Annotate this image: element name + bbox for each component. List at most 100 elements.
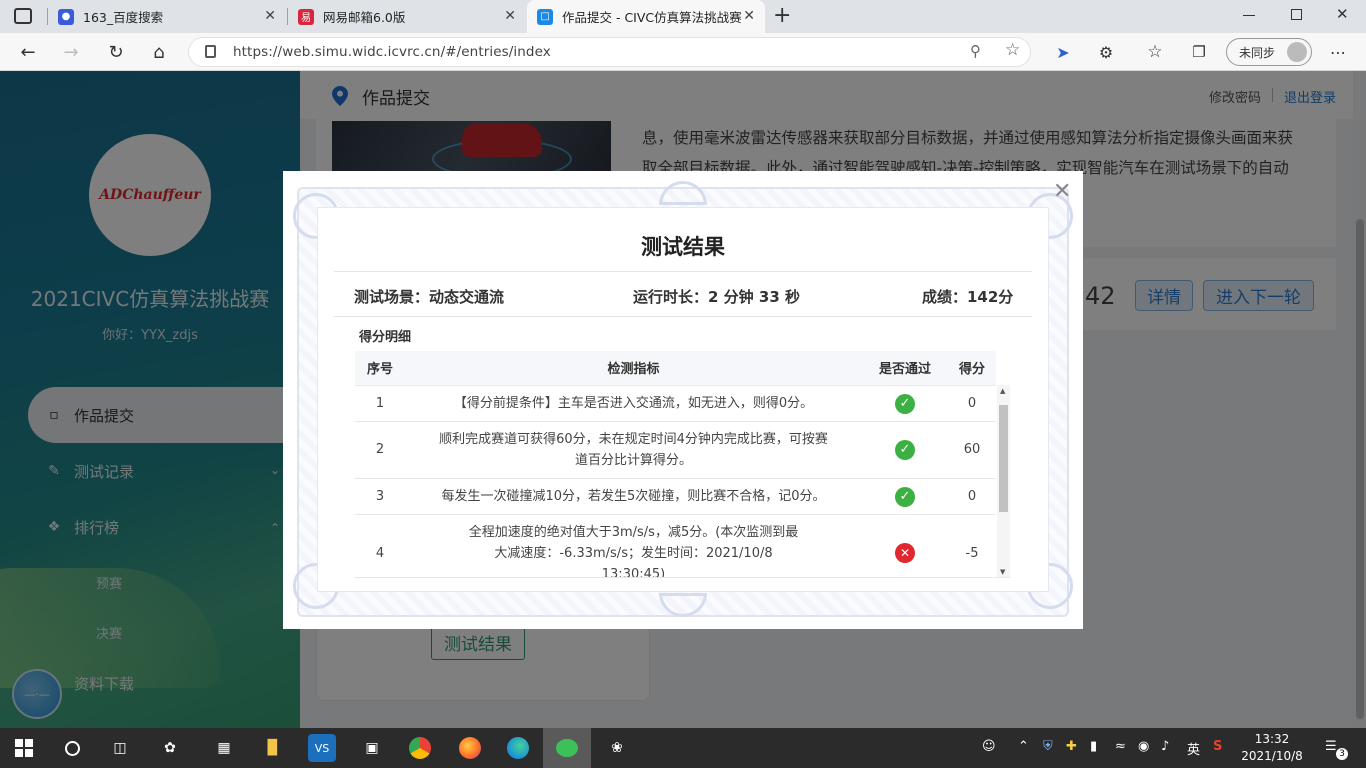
close-icon[interactable]: ✕ [504, 8, 516, 24]
extensions-puzzle-icon[interactable]: ⚙ [1093, 39, 1119, 65]
volume-icon[interactable]: ♪ [1161, 739, 1169, 754]
pinwheel-app-icon[interactable]: ✿ [156, 734, 184, 762]
wechat-icon[interactable] [543, 728, 591, 768]
netease-favicon-icon: 易 [298, 8, 314, 25]
pass-cell: ✓ [862, 421, 948, 479]
minimize-icon[interactable] [1243, 15, 1255, 16]
score-table-container: 序号 检测指标 是否通过 得分 1 【得分前提条件】主车是否进入交通流，如无进入… [355, 351, 1010, 578]
task-view-icon[interactable]: ◫ [106, 734, 134, 762]
profile-sync-button[interactable]: 未同步 [1226, 38, 1312, 66]
baidu-favicon-icon: ● [58, 8, 74, 25]
clock-date: 2021/10/8 [1241, 749, 1303, 763]
row-number: 1 [355, 385, 405, 422]
windows-taskbar: ◫ ✿ ▦ ▉ VS ▣ ❀ ☺ ⌃ ⛨ ✚ ▮ ≈ ◉ ♪ 英 S 13:32… [0, 728, 1366, 768]
close-icon[interactable]: ✕ [264, 8, 276, 24]
tray-app-icon[interactable]: ✚ [1066, 739, 1077, 754]
more-menu-icon[interactable]: ⋯ [1325, 39, 1351, 65]
favorites-icon[interactable]: ☆ [1142, 39, 1168, 65]
add-favorite-icon[interactable]: ☆ [1005, 40, 1020, 60]
tab-title: 163_百度搜索 [83, 10, 164, 25]
x-circle-icon: ✕ [895, 542, 915, 563]
total-score: 成绩：142分 [922, 288, 1014, 306]
row-number: 3 [355, 478, 405, 515]
civc-favicon-icon: □ [537, 8, 553, 25]
check-circle-icon: ✓ [895, 486, 915, 507]
check-circle-icon: ✓ [895, 393, 915, 414]
key-icon[interactable]: ⚲ [970, 42, 981, 60]
row-number: 2 [355, 421, 405, 479]
table-row: 4 全程加速度的绝对值大于3m/s/s，减5分。(本次监测到最大减速度：-6.3… [355, 514, 996, 577]
row-score: 0 [948, 478, 996, 515]
sogou-ime-icon[interactable]: S [1213, 739, 1222, 754]
tab-netease-mail[interactable]: 易 网易邮箱6.0版 ✕ [288, 0, 526, 33]
close-icon[interactable]: ✕ [743, 8, 755, 24]
row-score: 60 [948, 421, 996, 479]
ornament [659, 181, 707, 205]
row-score: -5 [948, 514, 996, 577]
back-icon[interactable]: ← [15, 39, 41, 65]
pass-cell: ✓ [862, 385, 948, 422]
tab-civc-submit[interactable]: □ 作品提交 - CIVC仿真算法挑战赛 ✕ [527, 0, 765, 33]
network-icon[interactable]: ◉ [1138, 739, 1149, 754]
extension-icon[interactable]: ➤ [1050, 39, 1076, 65]
edge-icon[interactable] [504, 734, 532, 762]
scroll-down-icon[interactable]: ▼ [1000, 568, 1005, 576]
wifi-icon[interactable]: ≈ [1115, 739, 1126, 754]
url-input[interactable]: https://web.simu.widc.icvrc.cn/#/entries… [188, 37, 1031, 67]
security-shield-icon[interactable]: ⛨ [1043, 739, 1053, 754]
file-explorer-icon[interactable]: ▉ [259, 734, 287, 762]
score-table: 序号 检测指标 是否通过 得分 1 【得分前提条件】主车是否进入交通流，如无进入… [355, 351, 996, 577]
chrome-icon[interactable] [406, 734, 434, 762]
screenshot-app-icon[interactable]: ▣ [358, 734, 386, 762]
indicator-text: 顺利完成赛道可获得60分，未在规定时间4分钟内完成比赛，可按赛道百分比计算得分。 [405, 421, 862, 479]
ime-indicator[interactable]: 英 [1187, 739, 1200, 758]
run-duration: 运行时长：2 分钟 33 秒 [633, 288, 800, 306]
lock-icon[interactable] [205, 45, 216, 58]
people-icon[interactable]: ☺ [982, 739, 996, 754]
system-clock[interactable]: 13:32 2021/10/8 [1240, 731, 1304, 765]
restore-icon[interactable] [1291, 9, 1302, 20]
table-header-row: 序号 检测指标 是否通过 得分 [355, 351, 996, 386]
collections-icon[interactable]: ❐ [1186, 39, 1212, 65]
tab-actions-icon[interactable] [14, 8, 32, 24]
scroll-up-icon[interactable]: ▲ [1000, 387, 1005, 395]
indicator-text: 全程加速度的绝对值大于3m/s/s，减5分。(本次监测到最大减速度：-6.33m… [405, 514, 862, 577]
clock-time: 13:32 [1254, 732, 1290, 746]
forward-icon[interactable]: → [58, 39, 84, 65]
vs-app-icon[interactable]: VS [308, 734, 336, 762]
table-scrollbar-thumb[interactable] [999, 405, 1008, 512]
table-scrollbar[interactable]: ▲ ▼ [997, 385, 1010, 577]
check-circle-icon: ✓ [895, 440, 915, 460]
pass-cell: ✕ [862, 514, 948, 577]
store-icon[interactable]: ▦ [210, 734, 238, 762]
row-number: 4 [355, 514, 405, 577]
notification-icon[interactable]: ☰ [1325, 739, 1337, 754]
search-icon[interactable] [58, 734, 86, 762]
close-icon[interactable]: ✕ [1053, 181, 1071, 203]
battery-icon[interactable]: ▮ [1090, 739, 1097, 754]
close-window-icon[interactable]: ✕ [1336, 5, 1349, 23]
url-text: https://web.simu.widc.icvrc.cn/#/entries… [233, 44, 551, 60]
table-row: 1 【得分前提条件】主车是否进入交通流，如无进入，则得0分。 ✓ 0 [355, 385, 996, 422]
chevron-up-icon[interactable]: ⌃ [1018, 739, 1029, 754]
home-icon[interactable]: ⌂ [146, 39, 172, 65]
result-summary: 测试场景：动态交通流 运行时长：2 分钟 33 秒 成绩：142分 [334, 271, 1032, 317]
dialog-title: 测试结果 [641, 235, 725, 259]
indicator-text: 【得分前提条件】主车是否进入交通流，如无进入，则得0分。 [405, 385, 862, 422]
address-bar: ← → ↻ ⌂ https://web.simu.widc.icvrc.cn/#… [0, 33, 1366, 71]
test-result-dialog: ✕ 测试结果 测试场景：动态交通流 运行时长：2 分钟 33 秒 成绩：142分… [283, 171, 1083, 629]
tab-baidu[interactable]: ● 163_百度搜索 ✕ [48, 0, 286, 33]
column-header: 是否通过 [862, 351, 948, 386]
tab-title: 网易邮箱6.0版 [323, 10, 406, 25]
firefox-icon[interactable] [456, 734, 484, 762]
new-tab-button[interactable]: + [773, 3, 791, 28]
app-icon[interactable]: ❀ [603, 734, 631, 762]
column-header: 检测指标 [405, 351, 862, 386]
table-row: 2 顺利完成赛道可获得60分，未在规定时间4分钟内完成比赛，可按赛道百分比计算得… [355, 421, 996, 479]
browser-tab-strip: ● 163_百度搜索 ✕ 易 网易邮箱6.0版 ✕ □ 作品提交 - CIVC仿… [0, 0, 1366, 33]
windows-start-icon[interactable] [10, 734, 38, 762]
refresh-icon[interactable]: ↻ [103, 39, 129, 65]
column-header: 得分 [948, 351, 996, 386]
test-scene: 测试场景：动态交通流 [354, 288, 505, 306]
score-detail-title: 得分明细 [359, 330, 412, 345]
